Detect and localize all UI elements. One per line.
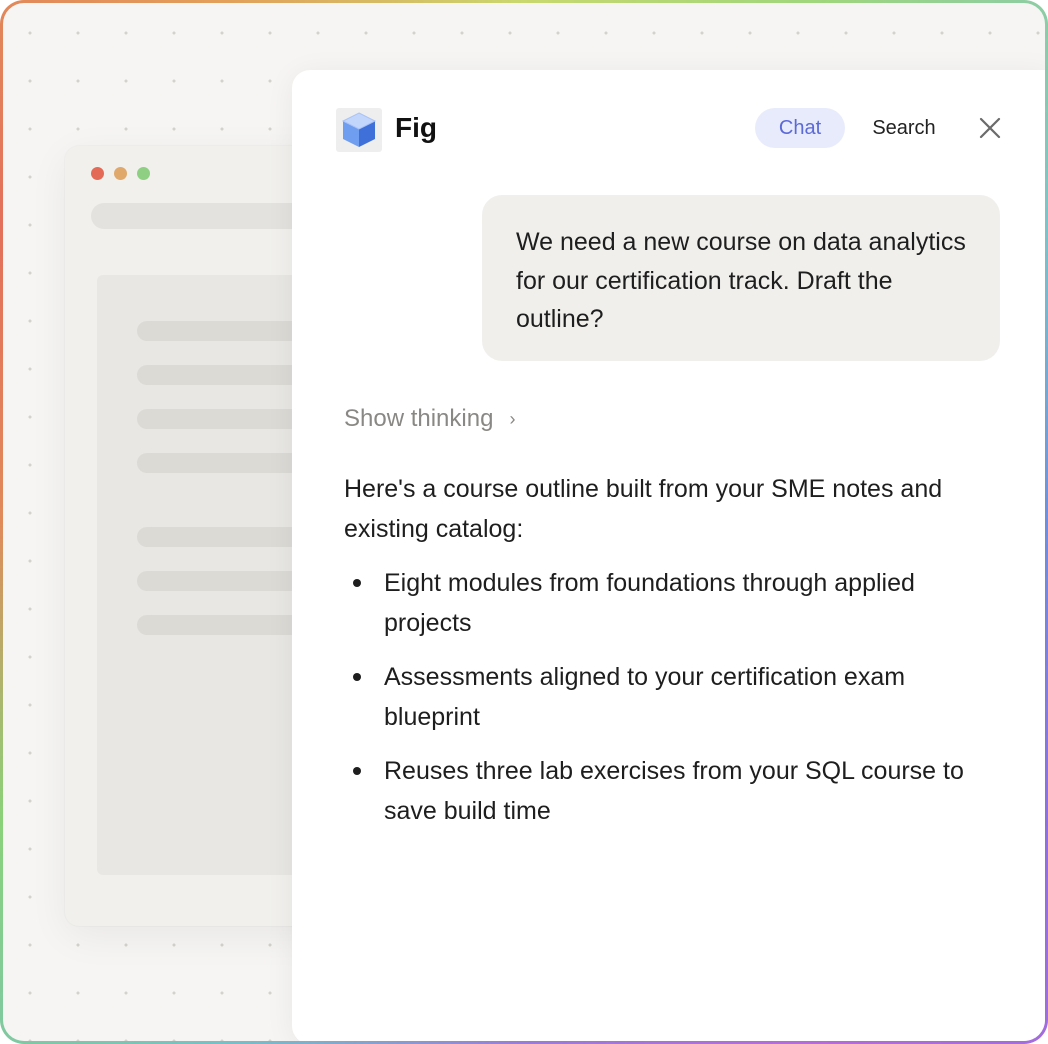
list-item: Assessments aligned to your certificatio…: [344, 657, 1004, 737]
bullet-dot: [353, 673, 361, 681]
user-message: We need a new course on data analytics f…: [482, 195, 1000, 361]
list-item: Reuses three lab exercises from your SQL…: [344, 751, 1004, 831]
chevron-right-icon: ›: [509, 408, 516, 429]
list-item-text: Eight modules from foundations through a…: [384, 569, 915, 637]
app-name: Fig: [395, 112, 437, 143]
chat-panel: Fig Chat Search We need a new course on …: [292, 70, 1045, 1041]
close-icon: [979, 117, 1001, 139]
assistant-response: Here's a course outline built from your …: [344, 469, 1004, 845]
list-item-text: Reuses three lab exercises from your SQL…: [384, 757, 964, 825]
window-minimize-dot: [114, 167, 127, 180]
gradient-frame: Fig Chat Search We need a new course on …: [0, 0, 1048, 1044]
show-thinking-toggle[interactable]: Show thinking ›: [344, 405, 515, 433]
bullet-dot: [353, 579, 361, 587]
list-item-text: Assessments aligned to your certificatio…: [384, 663, 906, 731]
close-button[interactable]: [974, 112, 1006, 144]
tab-chat[interactable]: Chat: [755, 108, 845, 148]
dotted-canvas: Fig Chat Search We need a new course on …: [3, 3, 1045, 1041]
list-item: Eight modules from foundations through a…: [344, 563, 1004, 643]
response-intro: Here's a course outline built from your …: [344, 475, 943, 543]
cube-icon: [336, 108, 382, 152]
show-thinking-label: Show thinking: [344, 405, 494, 432]
response-bullets: Eight modules from foundations through a…: [344, 563, 1004, 831]
window-close-dot: [91, 167, 104, 180]
window-maximize-dot: [137, 167, 150, 180]
tab-search[interactable]: Search: [857, 108, 951, 148]
bullet-dot: [353, 767, 361, 775]
